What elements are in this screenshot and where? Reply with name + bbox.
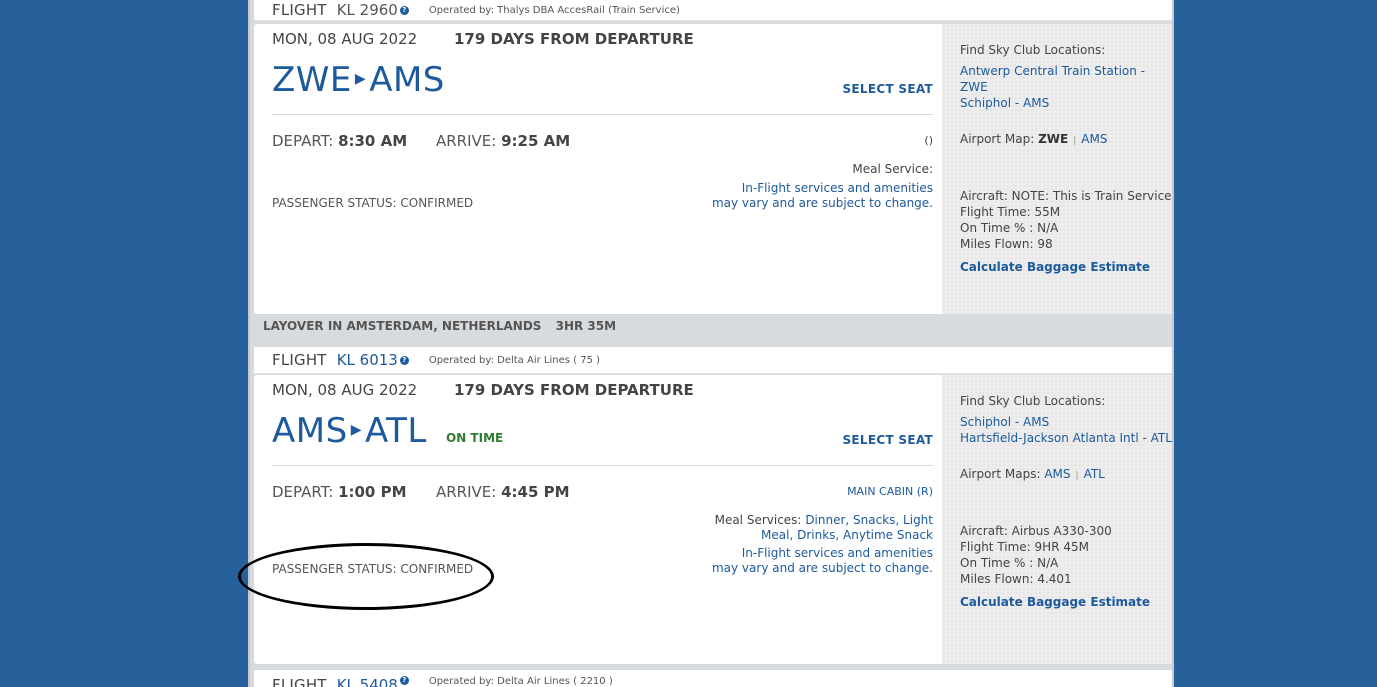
operated-by: Operated by: Thalys DBA AccesRail (Train… [428, 4, 680, 16]
cabin-class-link[interactable]: MAIN CABIN (R) [847, 485, 933, 498]
operated-by: Operated by: Delta Air Lines ( 75 ) [428, 354, 601, 366]
select-seat-link[interactable]: SELECT SEAT [842, 433, 933, 447]
flight-number: KL 2960 [336, 1, 398, 19]
on-time-percent: On Time % : N/A [960, 556, 1059, 570]
sky-club-label: Find Sky Club Locations: [960, 394, 1106, 408]
help-icon[interactable]: ? [399, 355, 409, 365]
operated-by: Operated by: Delta Air Lines ( 2210 ) [428, 676, 613, 687]
flight-date: MON, 08 AUG 2022 [272, 381, 418, 399]
aircraft: Aircraft: NOTE: This is Train Service [960, 189, 1172, 203]
airport-map-zwe: ZWE [1038, 132, 1069, 146]
inflight-services-link[interactable]: In-Flight services and amenities may var… [673, 181, 933, 211]
layover-banner: LAYOVER IN AMSTERDAM, NETHERLANDS 3HR 35… [250, 314, 1172, 341]
passenger-status: PASSENGER STATUS: CONFIRMED [272, 196, 474, 210]
flight-sidebar: Find Sky Club Locations: Schiphol - AMS … [942, 375, 1172, 664]
route: ZWE ▶AMS [272, 60, 445, 100]
meal-service: Meal Service: [852, 162, 933, 176]
flight-header-1: FLIGHT KL 2960 ? Operated by: Thalys DBA… [254, 0, 1172, 21]
baggage-estimate-link[interactable]: Calculate Baggage Estimate [960, 595, 1150, 609]
meal-services: Meal Services: Dinner, Snacks, Light Mea… [714, 513, 933, 542]
sky-club-label: Find Sky Club Locations: [960, 43, 1106, 57]
flight-details: MON, 08 AUG 2022 179 DAYS FROM DEPARTURE… [254, 375, 942, 664]
flight-header-3: FLIGHT KL 5408 ? Operated by: Delta Air … [254, 670, 1172, 687]
days-from-departure: 179 DAYS FROM DEPARTURE [454, 30, 694, 48]
divider [272, 114, 933, 115]
arrive-time: ARRIVE: 4:45 PM [436, 483, 570, 501]
sky-club-link[interactable]: Hartsfield-Jackson Atlanta Intl - ATL [960, 431, 1172, 445]
layover-duration: 3HR 35M [555, 319, 617, 333]
airport-map-row: Airport Maps: AMS | ATL [960, 467, 1105, 481]
depart-time: DEPART: 1:00 PM [272, 483, 407, 501]
flight-time: Flight Time: 9HR 45M [960, 540, 1089, 554]
divider [272, 465, 933, 466]
route: AMS ▶ATL [272, 411, 427, 451]
flight-card-2: MON, 08 AUG 2022 179 DAYS FROM DEPARTURE… [254, 375, 1172, 664]
airport-map-link[interactable]: AMS [1081, 132, 1107, 146]
flight-number-link[interactable]: KL 6013 [337, 351, 398, 369]
origin-code: ZWE [272, 60, 352, 100]
miles-flown: Miles Flown: 98 [960, 237, 1053, 251]
help-icon[interactable]: ? [399, 676, 409, 685]
flight-label: FLIGHT [272, 351, 327, 369]
flight-label: FLIGHT [272, 1, 327, 19]
sky-club-link[interactable]: Antwerp Central Train Station - ZWE [960, 64, 1145, 94]
flight-label: FLIGHT [272, 676, 327, 687]
destination-code: ATL [364, 411, 427, 451]
annotation-circle [238, 543, 494, 610]
cabin-class: () [924, 134, 933, 147]
flight-header-2: FLIGHT KL 6013 ? Operated by: Delta Air … [254, 347, 1172, 374]
flight-sidebar: Find Sky Club Locations: Antwerp Central… [942, 24, 1172, 314]
aircraft: Aircraft: Airbus A330-300 [960, 524, 1112, 538]
arrive-time: ARRIVE: 9:25 AM [436, 132, 571, 150]
days-from-departure: 179 DAYS FROM DEPARTURE [454, 381, 694, 399]
route-arrow-icon: ▶ [350, 422, 362, 438]
flight-date: MON, 08 AUG 2022 [272, 30, 418, 48]
flight-card-1: MON, 08 AUG 2022 179 DAYS FROM DEPARTURE… [254, 24, 1172, 314]
destination-code: AMS [369, 60, 445, 100]
flight-details: MON, 08 AUG 2022 179 DAYS FROM DEPARTURE… [254, 24, 942, 314]
sky-club-link[interactable]: Schiphol - AMS [960, 415, 1049, 429]
airport-map-row: Airport Map: ZWE | AMS [960, 132, 1108, 146]
airport-map-link[interactable]: ATL [1084, 467, 1105, 481]
help-icon[interactable]: ? [399, 5, 409, 15]
flight-time: Flight Time: 55M [960, 205, 1061, 219]
airport-map-link[interactable]: AMS [1044, 467, 1070, 481]
depart-time: DEPART: 8:30 AM [272, 132, 408, 150]
miles-flown: Miles Flown: 4.401 [960, 572, 1072, 586]
route-arrow-icon: ▶ [354, 71, 367, 87]
sky-club-link[interactable]: Schiphol - AMS [960, 96, 1049, 110]
on-time-status: ON TIME [446, 431, 504, 445]
origin-code: AMS [272, 411, 348, 451]
select-seat-link[interactable]: SELECT SEAT [842, 82, 933, 96]
flight-number-link[interactable]: KL 5408 [337, 676, 398, 687]
layover-location: LAYOVER IN AMSTERDAM, NETHERLANDS [263, 319, 542, 333]
baggage-estimate-link[interactable]: Calculate Baggage Estimate [960, 260, 1150, 274]
inflight-services-link[interactable]: In-Flight services and amenities may var… [673, 546, 933, 576]
on-time-percent: On Time % : N/A [960, 221, 1059, 235]
